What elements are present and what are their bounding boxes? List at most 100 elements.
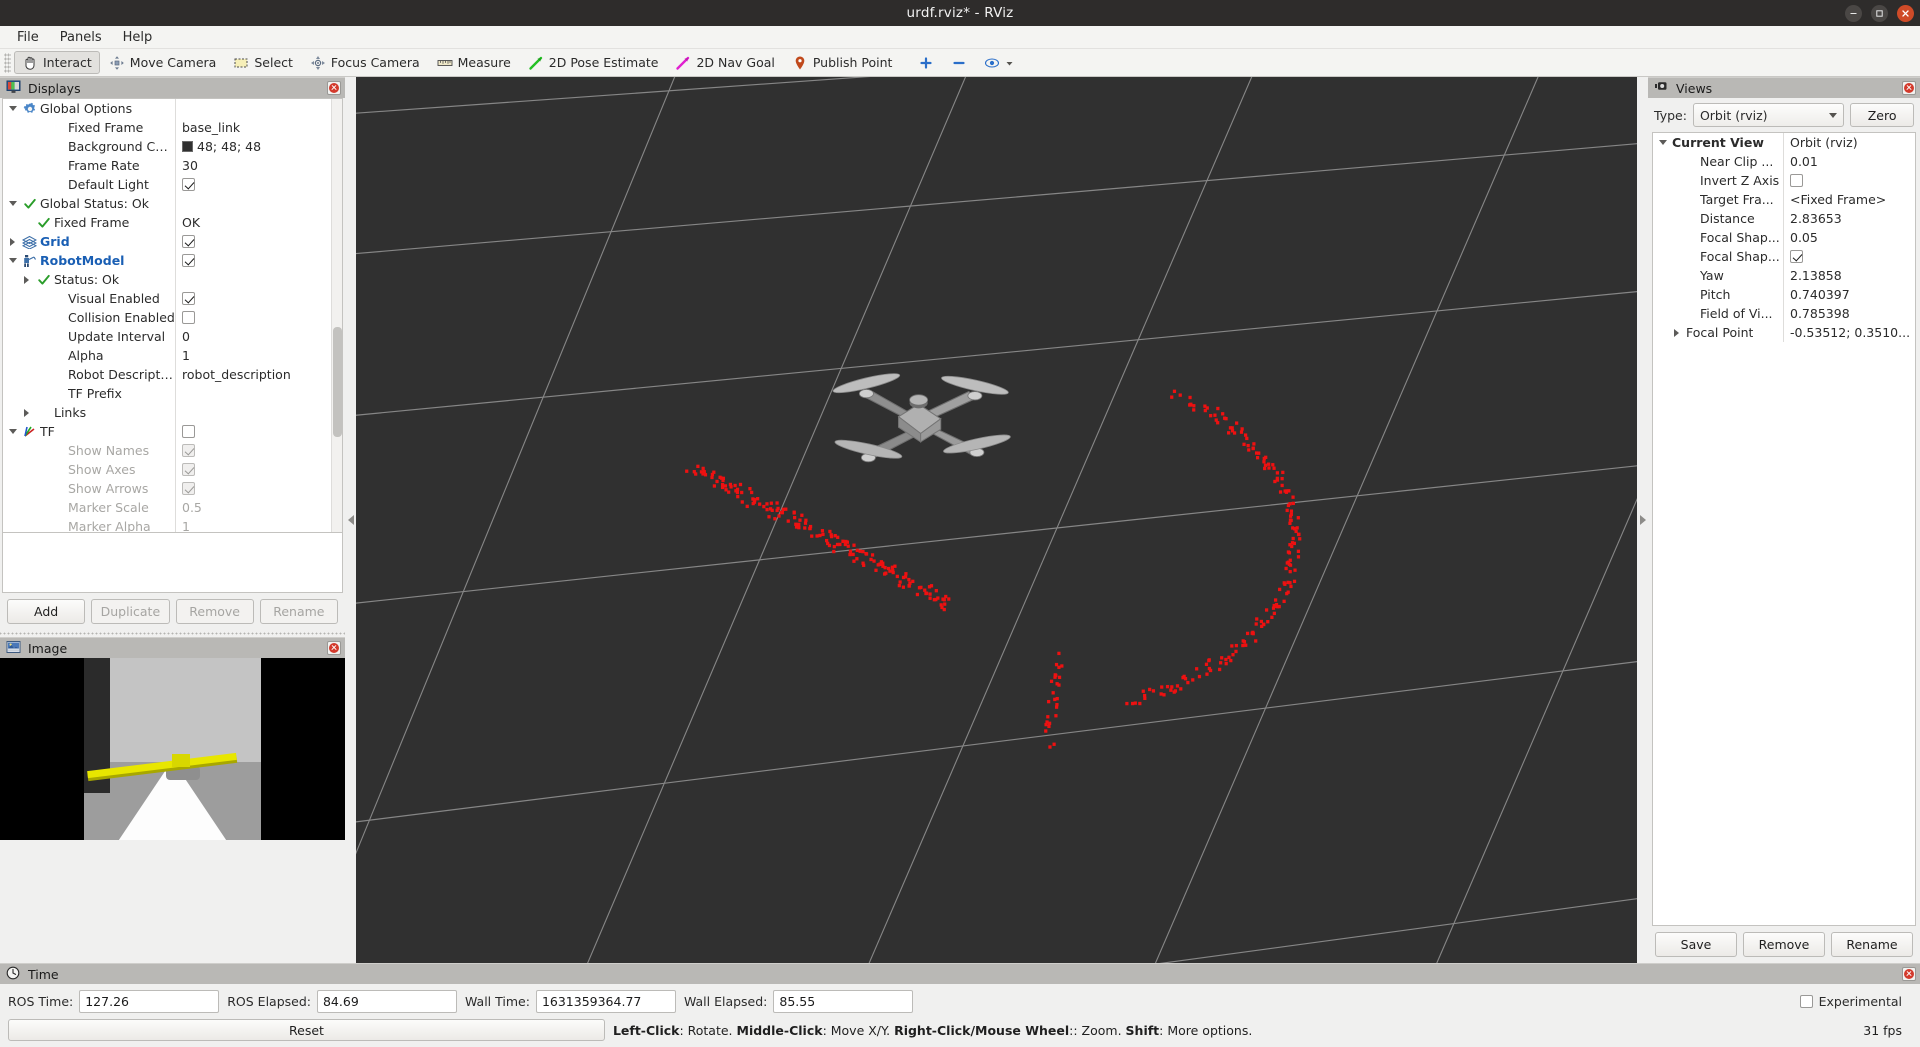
tree-row-value-cell[interactable]: 0.01 xyxy=(1783,152,1915,171)
collapse-right-icon[interactable] xyxy=(1639,515,1646,525)
left-view-splitter[interactable] xyxy=(345,77,356,963)
close-button[interactable] xyxy=(1897,4,1914,22)
tree-row[interactable]: Field of Vi... 0.785398 xyxy=(1653,304,1915,323)
minimize-button[interactable] xyxy=(1845,4,1862,22)
rename-view-button[interactable]: Rename xyxy=(1831,932,1913,957)
time-close-button[interactable] xyxy=(1902,967,1916,981)
tree-row-value-cell[interactable] xyxy=(175,251,342,270)
menu-file[interactable]: File xyxy=(8,28,48,47)
tree-row[interactable]: Status: Ok xyxy=(3,270,342,289)
tree-row[interactable]: Collision Enabled xyxy=(3,308,342,327)
tool-2d-nav-goal[interactable]: 2D Nav Goal xyxy=(667,51,782,74)
displays-close-button[interactable] xyxy=(327,81,341,95)
tree-row[interactable]: Pitch 0.740397 xyxy=(1653,285,1915,304)
tree-row-value-cell[interactable] xyxy=(175,384,342,403)
tool-interact[interactable]: Interact xyxy=(14,51,100,74)
tree-row-value-cell[interactable]: OK xyxy=(175,213,342,232)
views-tree[interactable]: Current View Orbit (rviz) Near Clip ... 0.0… xyxy=(1652,132,1916,926)
tree-row[interactable]: Marker Alpha 1 xyxy=(3,517,342,532)
tree-row[interactable]: Global Status: Ok xyxy=(3,194,342,213)
tree-row-value-cell[interactable] xyxy=(175,403,342,422)
rename-display-button[interactable]: Rename xyxy=(259,599,338,624)
add-tool-button[interactable] xyxy=(910,51,942,74)
tree-row-value-cell[interactable] xyxy=(175,289,342,308)
tool-2d-pose-estimate[interactable]: 2D Pose Estimate xyxy=(520,51,667,74)
tree-row[interactable]: Frame Rate 30 xyxy=(3,156,342,175)
tree-row-checkbox[interactable] xyxy=(182,463,195,476)
tree-row[interactable]: Update Interval 0 xyxy=(3,327,342,346)
tree-row-value-cell[interactable] xyxy=(175,270,342,289)
expand-arrow-down-icon[interactable] xyxy=(6,106,19,111)
tree-row[interactable]: TF xyxy=(3,422,342,441)
zero-view-button[interactable]: Zero xyxy=(1850,103,1914,127)
tree-row-checkbox[interactable] xyxy=(182,482,195,495)
tree-row[interactable]: Focal Shap... 0.05 xyxy=(1653,228,1915,247)
displays-scrollbar-thumb[interactable] xyxy=(333,327,342,437)
tool-dropdown-icon[interactable] xyxy=(1005,55,1014,71)
left-dock-splitter[interactable] xyxy=(0,630,345,637)
tree-row[interactable]: Background Color 48; 48; 48 xyxy=(3,137,342,156)
tree-row[interactable]: Focal Point -0.53512; 0.3510... xyxy=(1653,323,1915,342)
experimental-toggle[interactable]: Experimental xyxy=(1799,994,1912,1009)
image-close-button[interactable] xyxy=(327,641,341,655)
tool-focus-camera[interactable]: Focus Camera xyxy=(302,51,428,74)
tree-row[interactable]: Fixed Frame OK xyxy=(3,213,342,232)
view-type-combo[interactable]: Orbit (rviz) xyxy=(1692,103,1845,127)
tree-row[interactable]: Global Options xyxy=(3,99,342,118)
tree-row-value-cell[interactable] xyxy=(175,175,342,194)
tool-move-camera[interactable]: Move Camera xyxy=(101,51,225,74)
expand-arrow-down-icon[interactable] xyxy=(1656,140,1669,145)
wall-elapsed-input[interactable]: 85.55 xyxy=(773,990,914,1013)
right-view-splitter[interactable] xyxy=(1637,77,1648,963)
tree-row[interactable]: Alpha 1 xyxy=(3,346,342,365)
tree-row-checkbox[interactable] xyxy=(1790,174,1803,187)
tree-row-value-cell[interactable] xyxy=(175,460,342,479)
tree-row-checkbox[interactable] xyxy=(182,235,195,248)
tree-row-value-cell[interactable]: 0.740397 xyxy=(1783,285,1915,304)
tree-row-value-cell[interactable] xyxy=(1783,247,1915,266)
tree-row-value-cell[interactable]: 1 xyxy=(175,346,342,365)
tree-row-checkbox[interactable] xyxy=(182,178,195,191)
tree-row-value-cell[interactable] xyxy=(175,422,342,441)
tool-select[interactable]: Select xyxy=(225,51,301,74)
remove-display-button[interactable]: Remove xyxy=(175,599,254,624)
tree-row-value-cell[interactable] xyxy=(175,479,342,498)
save-view-button[interactable]: Save xyxy=(1655,932,1737,957)
tree-row-checkbox[interactable] xyxy=(1790,250,1803,263)
remove-view-button[interactable]: Remove xyxy=(1743,932,1825,957)
displays-scrollbar[interactable] xyxy=(331,99,342,532)
tree-row-value-cell[interactable] xyxy=(175,232,342,251)
tree-row-checkbox[interactable] xyxy=(182,425,195,438)
tree-row[interactable]: Fixed Frame base_link xyxy=(3,118,342,137)
tree-row-value-cell[interactable]: 1 xyxy=(175,517,342,532)
wall-time-input[interactable]: 1631359364.77 xyxy=(535,990,676,1013)
tree-row-value-cell[interactable]: 0.05 xyxy=(1783,228,1915,247)
tree-row[interactable]: Show Names xyxy=(3,441,342,460)
expand-arrow-down-icon[interactable] xyxy=(6,258,19,263)
tree-row-value-cell[interactable] xyxy=(175,308,342,327)
tree-row-value-cell[interactable] xyxy=(175,441,342,460)
tree-row-value-cell[interactable] xyxy=(175,194,342,213)
tree-row[interactable]: Links xyxy=(3,403,342,422)
tree-row[interactable]: Invert Z Axis xyxy=(1653,171,1915,190)
views-close-button[interactable] xyxy=(1902,81,1916,95)
remove-tool-button[interactable] xyxy=(943,51,975,74)
maximize-button[interactable] xyxy=(1871,4,1888,22)
tree-row-value-cell[interactable]: 0.5 xyxy=(175,498,342,517)
tree-row[interactable]: Current View Orbit (rviz) xyxy=(1653,133,1915,152)
tree-row-value-cell[interactable]: robot_description xyxy=(175,365,342,384)
tree-row-value-cell[interactable]: 0.785398 xyxy=(1783,304,1915,323)
expand-arrow-right-icon[interactable] xyxy=(1670,328,1683,337)
expand-arrow-right-icon[interactable] xyxy=(6,237,19,246)
image-render-area[interactable] xyxy=(0,658,345,840)
tool-measure[interactable]: Measure xyxy=(429,51,519,74)
menu-help[interactable]: Help xyxy=(114,28,162,47)
tree-row-value-cell[interactable]: 0 xyxy=(175,327,342,346)
tree-row[interactable]: Near Clip ... 0.01 xyxy=(1653,152,1915,171)
tree-row[interactable]: TF Prefix xyxy=(3,384,342,403)
reset-button[interactable]: Reset xyxy=(8,1019,605,1041)
tree-row-value-cell[interactable]: base_link xyxy=(175,118,342,137)
tree-row-value-cell[interactable] xyxy=(1783,171,1915,190)
tree-row[interactable]: Show Arrows xyxy=(3,479,342,498)
tree-row-value-cell[interactable]: 2.13858 xyxy=(1783,266,1915,285)
